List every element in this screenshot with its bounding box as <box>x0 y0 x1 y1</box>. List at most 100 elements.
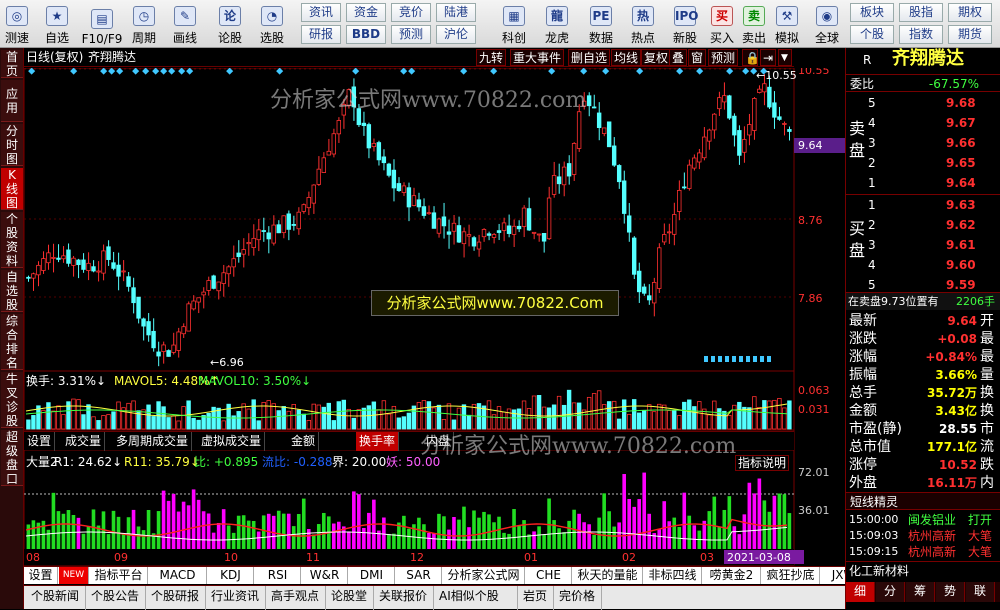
sprite-row[interactable]: 15:09:15 杭州高新 大笔 <box>846 544 1000 560</box>
chart-btn-预测[interactable]: 预测 <box>708 49 739 66</box>
chart-btn-均线[interactable]: 均线 <box>611 49 642 66</box>
info-tab-个股公告[interactable]: 个股公告 <box>88 586 146 610</box>
bottom-tab-分析家公式网[interactable]: 分析家公式网 <box>443 567 525 584</box>
toolbar-自选-button[interactable]: ★ 自选 <box>40 2 74 46</box>
bottom-tab-CHE[interactable]: CHE <box>526 567 572 584</box>
leftnav-首页[interactable]: 首页 <box>1 50 23 78</box>
toolbar-新股-button[interactable]: IPO 新股 <box>668 2 702 46</box>
toolbar-测速-button[interactable]: ◎ 测速 <box>0 2 34 46</box>
toolbar-btn-竞价[interactable]: 竞价 <box>391 3 431 22</box>
bottom-tab-非标四线[interactable]: 非标四线 <box>644 567 702 584</box>
toolbar-买入-button[interactable]: 买买入 <box>705 2 739 46</box>
toolbar-btn-期权[interactable]: 期权 <box>948 3 992 22</box>
bottom-tab-疯狂抄底[interactable]: 疯狂抄底 <box>762 567 820 584</box>
toolbar-btn-资金[interactable]: 资金 <box>346 3 386 22</box>
quote-tab-势[interactable]: 势 <box>936 582 965 602</box>
toolbar-btn-沪伦[interactable]: 沪伦 <box>436 25 476 44</box>
chart-btn-叠[interactable]: 叠 <box>669 49 688 66</box>
indicator-tab-多周期成交量[interactable]: 多周期成交量 <box>113 432 193 451</box>
toolbar-btn-板块[interactable]: 板块 <box>850 3 894 22</box>
candle-body <box>421 206 427 216</box>
indicator-tab-换手率[interactable]: 换手率 <box>356 432 400 451</box>
toolbar-数据-button[interactable]: PE 数据 <box>584 2 618 46</box>
bottom-tab-SAR[interactable]: SAR <box>396 567 442 584</box>
ad-banner[interactable]: 分析家公式网www.70822.Com <box>371 290 619 316</box>
leftnav-个股资料[interactable]: 个股资料 <box>1 212 23 268</box>
info-tab-高手观点[interactable]: 高手观点 <box>268 586 326 610</box>
lock-icon[interactable]: 🔒 <box>742 49 760 66</box>
leftnav-自选股[interactable]: 自选股 <box>1 270 23 312</box>
info-tab-关联报价[interactable]: 关联报价 <box>376 586 434 610</box>
toolbar-btn-期货[interactable]: 期货 <box>948 25 992 44</box>
vol2-bar <box>717 526 722 549</box>
leftnav-应用[interactable]: 应用 <box>1 80 23 122</box>
chart-btn-删自选[interactable]: 删自选 <box>568 49 611 66</box>
toolbar-F10/F9-button[interactable]: ▤ F10/F9 <box>80 2 124 46</box>
info-tab-行业资讯[interactable]: 行业资讯 <box>208 586 266 610</box>
info-tab-个股研报[interactable]: 个股研报 <box>148 586 206 610</box>
indicator-tab-成交量[interactable]: 成交量 <box>62 432 106 451</box>
bottom-tab-设置[interactable]: 设置 <box>24 567 58 584</box>
toolbar-选股-button[interactable]: ◔ 选股 <box>255 2 289 46</box>
toolbar-卖出-button[interactable]: 卖卖出 <box>737 2 771 46</box>
chart-btn-九转[interactable]: 九转 <box>476 49 507 66</box>
toolbar-模拟-button[interactable]: ⚒ 模拟 <box>770 2 804 46</box>
info-tab-论股堂[interactable]: 论股堂 <box>328 586 374 610</box>
month-label: 01 <box>524 551 538 564</box>
bottom-tab-指标平台[interactable]: 指标平台 <box>90 567 148 584</box>
bottom-tab-RSI[interactable]: RSI <box>255 567 301 584</box>
leftnav-超级盘口[interactable]: 超级盘口 <box>1 430 23 486</box>
chart-btn-重大事件[interactable]: 重大事件 <box>510 49 565 66</box>
toolbar-科创-button[interactable]: ▦ 科创 <box>497 2 531 46</box>
chart-btn-窗[interactable]: 窗 <box>688 49 707 66</box>
quote-tab-筹[interactable]: 筹 <box>906 582 935 602</box>
bottom-tab-唠黄金2[interactable]: 唠黄金2 <box>703 567 761 584</box>
kline-chart[interactable]: 10.55 8.76 7.86 9.64 ←10.55 ←6.96 0.063 0.031 72… <box>24 68 845 609</box>
toolbar-画线-button[interactable]: ✎ 画线 <box>168 2 202 46</box>
toolbar-btn-股指[interactable]: 股指 <box>899 3 943 22</box>
quote-tab-细[interactable]: 细 <box>846 582 875 602</box>
vol2-bar <box>682 492 687 549</box>
toolbar-btn-预测[interactable]: 预测 <box>391 25 431 44</box>
info-tab-岩页[interactable]: 岩页 <box>520 586 554 610</box>
indicator-tab-金额[interactable]: 金额 <box>288 432 320 451</box>
toolbar-btn-资讯[interactable]: 资讯 <box>301 3 341 22</box>
toolbar-btn-个股[interactable]: 个股 <box>850 25 894 44</box>
indicator-tab-虚拟成交量[interactable]: 虚拟成交量 <box>198 432 266 451</box>
bottom-tab-秋天的量能[interactable]: 秋天的量能 <box>573 567 643 584</box>
toolbar-热点-button[interactable]: 热热点 <box>626 2 660 46</box>
sprite-row[interactable]: 15:09:03 杭州高新 大笔 <box>846 528 1000 544</box>
indicator-help-button[interactable]: 指标说明 <box>735 455 790 471</box>
toolbar-周期-button[interactable]: ◷ 周期 <box>127 2 161 46</box>
candle-body <box>441 216 447 227</box>
toolbar-btn-陆港[interactable]: 陆港 <box>436 3 476 22</box>
toolbar-btn-研报[interactable]: 研报 <box>301 25 341 44</box>
bottom-tab-W&R[interactable]: W&R <box>302 567 348 584</box>
bottom-tab-DMI[interactable]: DMI <box>349 567 395 584</box>
stat-label: 金额 <box>849 403 877 419</box>
leftnav-K线图[interactable]: K线图 <box>1 168 23 210</box>
expand-icon[interactable]: ⇥ <box>760 49 776 66</box>
chevron-down-icon[interactable]: ▼ <box>778 49 792 66</box>
leftnav-分时图[interactable]: 分时图 <box>1 124 23 166</box>
leftnav-综合排名[interactable]: 综合排名 <box>1 314 23 370</box>
toolbar-btn-指数[interactable]: 指数 <box>899 25 943 44</box>
quote-tab-联[interactable]: 联 <box>966 582 995 602</box>
info-tab-个股新闻[interactable]: 个股新闻 <box>28 586 86 610</box>
chart-btn-复权[interactable]: 复权 <box>641 49 672 66</box>
bottom-tab-MACD[interactable]: MACD <box>149 567 207 584</box>
toolbar-龙虎-button[interactable]: 龍龙虎 <box>540 2 574 46</box>
bottom-tab-KDJ[interactable]: KDJ <box>208 567 254 584</box>
toolbar-论股-button[interactable]: 论论股 <box>213 2 247 46</box>
leftnav-牛叉诊股[interactable]: 牛叉诊股 <box>1 372 23 428</box>
quote-tab-分[interactable]: 分 <box>876 582 905 602</box>
stat-label: 涨幅 <box>849 349 877 365</box>
toolbar-label: 科创 <box>501 31 526 45</box>
sprite-row[interactable]: 15:00:00 闽发铝业 打开 <box>846 512 1000 528</box>
info-tab-AI相似个股[interactable]: AI相似个股 <box>436 586 518 610</box>
info-tab-完价格[interactable]: 完价格 <box>556 586 602 610</box>
indicator-tab-设置[interactable]: 设置 <box>24 432 56 451</box>
toolbar-全球-button[interactable]: ◉ 全球 <box>810 2 844 46</box>
indicator-tab-内盘[interactable]: 内盘 <box>423 432 455 451</box>
toolbar-btn-BBD[interactable]: BBD <box>346 25 386 44</box>
